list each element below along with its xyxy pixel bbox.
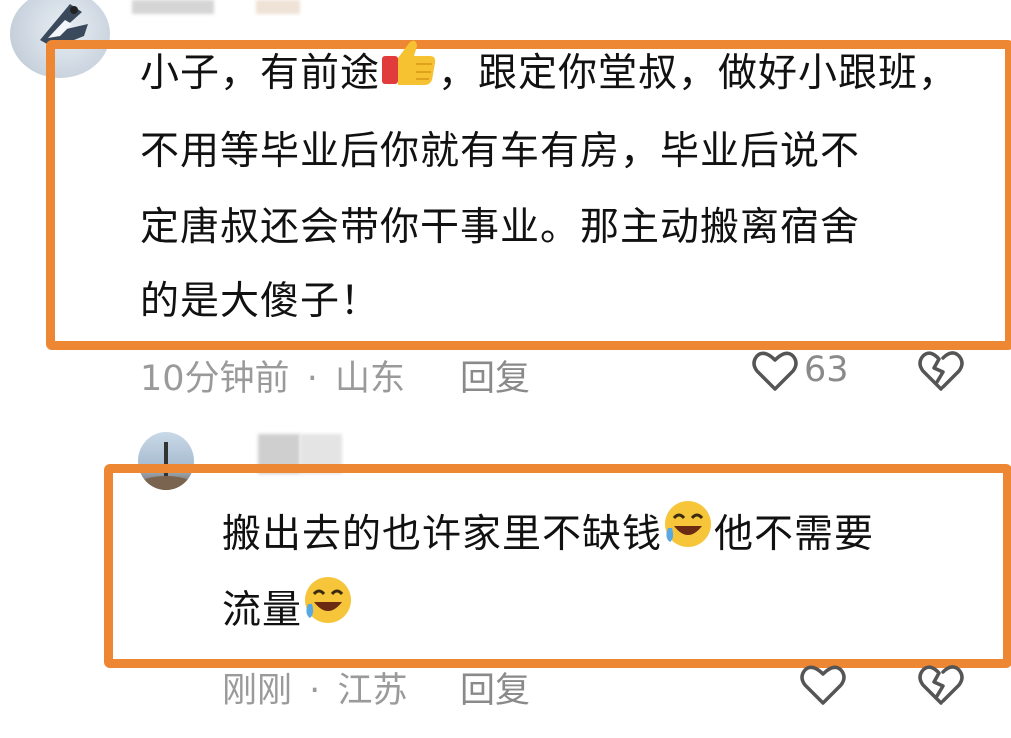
laughing-crying-icon: [302, 574, 354, 652]
comment-text-line: 流量: [222, 573, 354, 652]
comment-time: 刚刚: [222, 671, 293, 711]
heart-icon[interactable]: [752, 350, 798, 396]
username-badge: [256, 0, 300, 14]
heart-icon[interactable]: [800, 664, 846, 710]
broken-heart-icon[interactable]: [918, 350, 964, 396]
comment-location: 江苏: [337, 671, 408, 711]
username[interactable]: [132, 0, 214, 14]
thumbs-up-icon: [380, 38, 438, 114]
comment-text-line: 搬出去的也许家里不缺钱 他不需要: [222, 497, 874, 576]
laughing-crying-icon: [662, 498, 714, 576]
reply-button[interactable]: 回复: [460, 662, 530, 713]
reply-button[interactable]: 回复: [460, 350, 530, 401]
comment-meta: 10分钟前 · 山东: [140, 350, 405, 401]
meta-separator: ·: [309, 671, 321, 711]
comment-location: 山东: [334, 359, 405, 399]
comment-text-line: 的是大傻子！: [140, 279, 381, 324]
comment-text-line: 不用等毕业后你就有车有房，毕业后说不: [140, 129, 861, 174]
meta-separator: ·: [306, 359, 318, 399]
comment-meta: 刚刚 · 江苏: [222, 662, 407, 713]
comment-text-line: 定唐叔还会带你干事业。那主动搬离宿舍: [140, 205, 861, 250]
comment-time: 10分钟前: [140, 359, 290, 399]
like-count: 63: [804, 350, 849, 390]
broken-heart-icon[interactable]: [918, 664, 964, 710]
comment-text-line: 小子，有前途 ，跟定你堂叔，做好小跟班，: [140, 36, 958, 114]
